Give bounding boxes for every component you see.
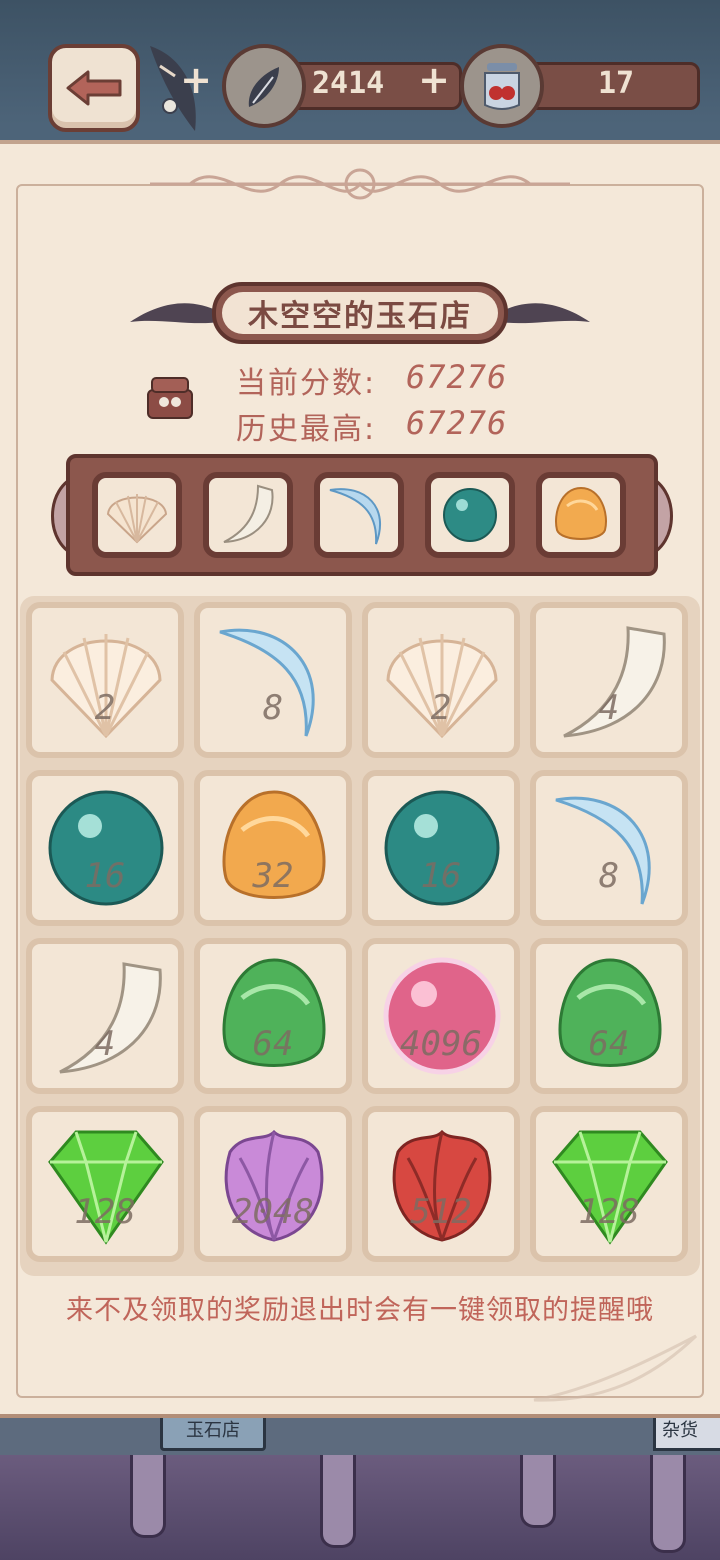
feather-icon: [222, 44, 306, 128]
grid-cell[interactable]: 128: [26, 1106, 184, 1262]
merge-grid: 2 8 2 4 16 32 16 8 4 64 4096 64 128 2048…: [20, 596, 700, 1276]
tile-value: 8: [598, 856, 620, 896]
current-score-label: 当前分数:: [236, 366, 377, 401]
current-score-value: 67276: [406, 358, 508, 396]
tile-value: 64: [252, 1024, 294, 1064]
teal-pearl-icon: [443, 488, 497, 542]
best-score-value: 67276: [406, 404, 508, 442]
grid-cell[interactable]: 8: [530, 770, 688, 926]
grid-cell[interactable]: 16: [26, 770, 184, 926]
grid-cell[interactable]: 4: [26, 938, 184, 1094]
tile-value: 2: [430, 688, 452, 728]
shop-title: 木空空的玉石店: [222, 292, 498, 334]
tile-value: 32: [252, 856, 294, 896]
left-wing-icon: [130, 303, 220, 324]
tile-value: 2: [94, 688, 116, 728]
tile-value: 8: [262, 688, 284, 728]
corner-feather-icon: [533, 1334, 698, 1402]
berry-currency-value: 17: [598, 66, 635, 101]
grid-cell[interactable]: 4: [530, 602, 688, 758]
shell-icon: [106, 494, 168, 544]
grid-cell[interactable]: 64: [530, 938, 688, 1094]
best-score-row: 历史最高: 67276: [236, 404, 506, 448]
grid-cell[interactable]: 16: [362, 770, 520, 926]
top-ornament-icon: [150, 168, 570, 200]
title-plate: 木空空的玉石店: [212, 282, 508, 344]
tile-value: 16: [84, 856, 126, 896]
right-wing-icon: [500, 303, 590, 324]
tile-value: 128: [74, 1192, 136, 1232]
grid-cell[interactable]: 2048: [194, 1106, 352, 1262]
grid-cell[interactable]: 512: [362, 1106, 520, 1262]
jewel-box-icon: [147, 377, 193, 419]
grid-cell[interactable]: 8: [194, 602, 352, 758]
grid-cell[interactable]: 4096: [362, 938, 520, 1094]
back-button[interactable]: [48, 44, 140, 132]
target-items-strip: [66, 454, 658, 576]
claw-icon: [329, 488, 382, 545]
grid-cell[interactable]: 64: [194, 938, 352, 1094]
tile-value: 4: [94, 1024, 116, 1064]
target-slot-shell: [92, 472, 182, 558]
tile-value: 2048: [232, 1192, 314, 1232]
add-feather-button[interactable]: +: [180, 61, 212, 99]
grid-cell[interactable]: 128: [530, 1106, 688, 1262]
current-score-row: 当前分数: 67276: [236, 358, 506, 402]
add-berry-button[interactable]: +: [418, 61, 450, 99]
shop-title-banner: 木空空的玉石店: [130, 280, 590, 350]
amber-gem-icon: [555, 486, 607, 540]
target-slot-amber-gem: [536, 472, 626, 558]
back-arrow-icon: [66, 70, 122, 106]
tooth-icon: [223, 484, 274, 543]
tile-value: 128: [578, 1192, 640, 1232]
berry-jar-icon: [460, 44, 544, 128]
tile-value: 4: [598, 688, 620, 728]
tile-value: 16: [420, 856, 462, 896]
tile-value: 512: [410, 1192, 472, 1232]
background-floor: [0, 1455, 720, 1560]
grid-cell[interactable]: 2: [26, 602, 184, 758]
reward-tip-text: 来不及领取的奖励退出时会有一键领取的提醒哦: [66, 1295, 654, 1326]
target-slot-tooth: [203, 472, 293, 558]
grid-cell[interactable]: 2: [362, 602, 520, 758]
tile-value: 4096: [400, 1024, 482, 1064]
feather-currency-value: 2414: [312, 66, 385, 101]
target-slot-claw: [314, 472, 404, 558]
best-score-label: 历史最高:: [236, 412, 377, 447]
tile-value: 64: [588, 1024, 630, 1064]
target-slot-teal-pearl: [425, 472, 515, 558]
grid-cell[interactable]: 32: [194, 770, 352, 926]
